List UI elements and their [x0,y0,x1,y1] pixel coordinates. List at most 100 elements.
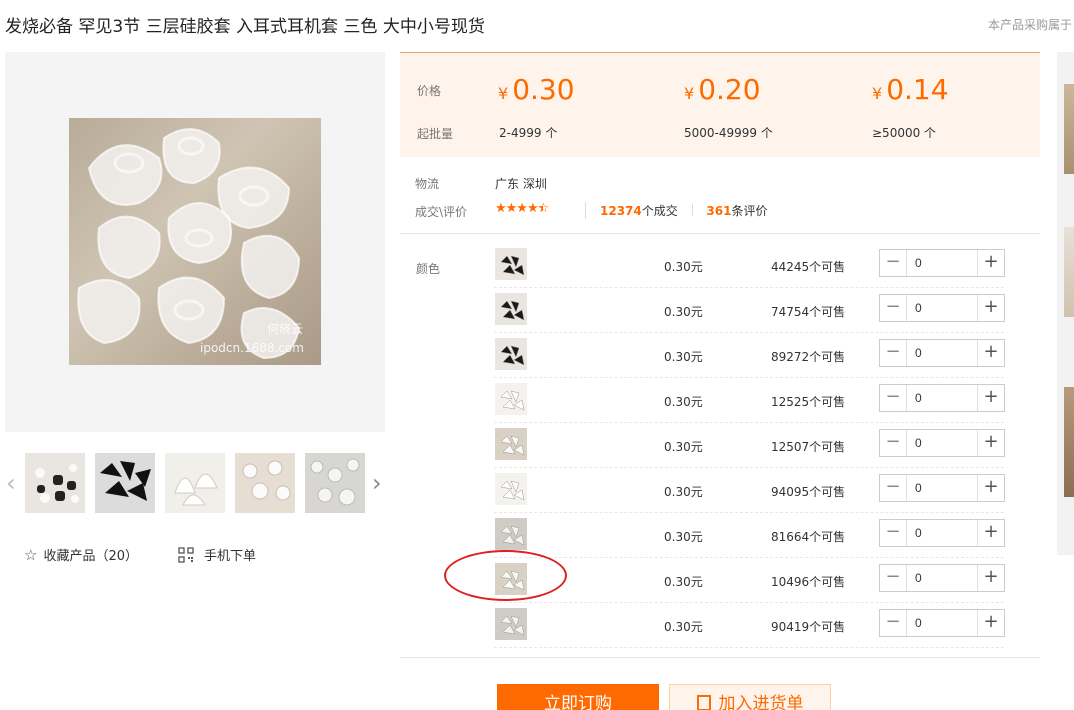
moq-tier-1: 2-4999 个 [499,126,558,140]
thumbnail-5[interactable] [305,453,365,513]
sku-stock: 74754个可售 [771,305,846,319]
price-tier-2: ¥0.20 [684,73,761,106]
sku-thumbnail[interactable] [495,338,527,370]
minus-icon[interactable]: − [880,250,906,276]
thumbnail-1[interactable] [25,453,85,513]
price-panel: 价格 起批量 ¥0.30 ¥0.20 ¥0.14 2-4999 个 5000-4… [400,52,1040,157]
plus-icon[interactable]: + [978,250,1004,276]
sku-thumbnail[interactable] [495,293,527,325]
sku-stock: 94095个可售 [771,485,846,499]
quantity-input[interactable] [906,520,978,546]
minus-icon[interactable]: − [880,520,906,546]
quantity-stepper[interactable]: −+ [879,519,1005,547]
plus-icon[interactable]: + [978,475,1004,501]
quantity-stepper[interactable]: −+ [879,384,1005,412]
quantity-input[interactable] [906,610,978,636]
quantity-input[interactable] [906,295,978,321]
minus-icon[interactable]: − [880,385,906,411]
watermark-name: 何晓云 [267,322,304,336]
moq-tier-2: 5000-49999 个 [684,126,773,140]
quantity-stepper[interactable]: −+ [879,564,1005,592]
sku-price: 0.30元 [664,620,703,634]
add-to-cart-label: 加入进货单 [718,694,804,710]
quantity-input[interactable] [906,250,978,276]
qrcode-icon [178,547,194,563]
moq-tier-3: ≥50000 个 [872,126,937,140]
sku-stock: 89272个可售 [771,350,846,364]
sku-stock: 10496个可售 [771,575,846,589]
sku-stock: 44245个可售 [771,260,846,274]
thumbnail-3[interactable] [165,453,225,513]
minus-icon[interactable]: − [880,475,906,501]
quantity-stepper[interactable]: −+ [879,294,1005,322]
logistics-value: 广东 深圳 [495,177,547,191]
sku-stock: 90419个可售 [771,620,846,634]
logistics-label: 物流 [415,177,440,191]
quantity-stepper[interactable]: −+ [879,339,1005,367]
sku-stock: 81664个可售 [771,530,846,544]
quantity-stepper[interactable]: −+ [879,249,1005,277]
procurement-note: 本产品采购属于 [988,18,1073,32]
sku-row: 0.30元44245个可售−+ [494,243,1005,288]
reviews-label: 成交\评价 [415,205,468,219]
price-label: 价格 [417,84,442,98]
quantity-stepper[interactable]: −+ [879,474,1005,502]
sku-row: 0.30元12525个可售−+ [494,378,1005,423]
sku-row: 0.30元94095个可售−+ [494,468,1005,513]
plus-icon[interactable]: + [978,565,1004,591]
quantity-stepper[interactable]: −+ [879,609,1005,637]
sku-thumbnail[interactable] [495,518,527,550]
sku-thumbnail[interactable] [495,248,527,280]
reviews-suffix: 条评价 [731,204,768,218]
plus-icon[interactable]: + [978,610,1004,636]
minus-icon[interactable]: − [880,430,906,456]
minus-icon[interactable]: − [880,565,906,591]
sku-price: 0.30元 [664,350,703,364]
minus-icon[interactable]: − [880,295,906,321]
plus-icon[interactable]: + [978,340,1004,366]
side-image [1064,387,1074,497]
sku-thumbnail[interactable] [495,383,527,415]
plus-icon[interactable]: + [978,520,1004,546]
thumb-prev-arrow-icon[interactable]: ‹ [6,470,20,496]
buy-now-button[interactable]: 立即订购 [497,684,659,710]
sku-stock: 12507个可售 [771,440,846,454]
divider [400,657,1040,658]
sku-thumbnail[interactable] [495,608,527,640]
thumbnail-4[interactable] [235,453,295,513]
mobile-order-label: 手机下单 [204,549,257,564]
plus-icon[interactable]: + [978,295,1004,321]
sku-row: 0.30元10496个可售−+ [494,558,1005,603]
sku-thumbnail[interactable] [495,428,527,460]
sku-price: 0.30元 [664,575,703,589]
add-to-cart-button[interactable]: 加入进货单 [669,684,831,710]
deals-and-reviews[interactable]: 12374个成交 361条评价 [585,202,768,219]
plus-icon[interactable]: + [978,385,1004,411]
quantity-input[interactable] [906,475,978,501]
thumbnail-2[interactable] [95,453,155,513]
sku-row: 0.30元81664个可售−+ [494,513,1005,558]
quantity-stepper[interactable]: −+ [879,429,1005,457]
plus-icon[interactable]: + [978,430,1004,456]
minus-icon[interactable]: − [880,340,906,366]
main-product-image: 何晓云 ipodcn.1688.com [69,118,321,365]
price-tier-3: ¥0.14 [872,73,949,106]
sku-row: 0.30元74754个可售−+ [494,288,1005,333]
minus-icon[interactable]: − [880,610,906,636]
deals-count: 12374 [600,204,642,218]
quantity-input[interactable] [906,430,978,456]
sku-thumbnail[interactable] [495,473,527,505]
divider [400,233,1040,234]
sku-price: 0.30元 [664,260,703,274]
quantity-input[interactable] [906,385,978,411]
product-title: 发烧必备 罕见3节 三层硅胶套 入耳式耳机套 三色 大中小号现货 [5,17,485,37]
quantity-input[interactable] [906,565,978,591]
mobile-order-button[interactable]: 手机下单 [178,545,256,564]
favorite-button[interactable]: ☆ 收藏产品（20） [24,545,138,564]
sku-price: 0.30元 [664,305,703,319]
quantity-input[interactable] [906,340,978,366]
star-outline-icon: ☆ [24,546,38,564]
sku-price: 0.30元 [664,485,703,499]
deals-suffix: 个成交 [641,204,678,218]
thumb-next-arrow-icon[interactable]: › [372,470,386,496]
